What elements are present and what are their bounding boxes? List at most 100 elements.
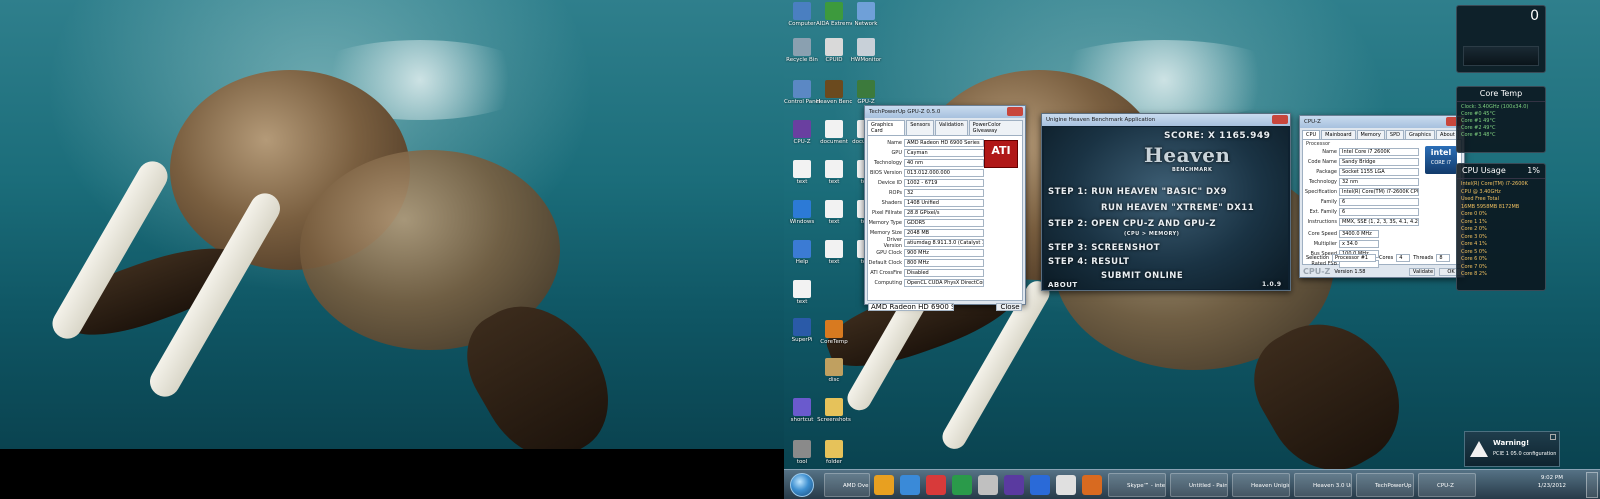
gpuz-tab[interactable]: Graphics Card bbox=[867, 120, 906, 135]
heaven-step-3[interactable]: STEP 3: SCREENSHOT bbox=[1048, 243, 1160, 253]
show-desktop-button[interactable] bbox=[1586, 472, 1598, 498]
cpuz-tab[interactable]: Mainboard bbox=[1321, 130, 1356, 139]
desktop-icon[interactable]: text bbox=[816, 200, 852, 225]
heaven-about[interactable]: ABOUT bbox=[1048, 281, 1078, 289]
application-icon bbox=[825, 120, 843, 138]
field-row: Specification Intel(R) Core(TM) i7-2600K … bbox=[1303, 187, 1461, 197]
pinned-app-icon[interactable] bbox=[874, 475, 894, 495]
cpuz-tab[interactable]: CPU bbox=[1302, 130, 1321, 139]
gpuz-tab[interactable]: PowerColor Giveaway bbox=[968, 120, 1023, 135]
desktop-icon[interactable]: text bbox=[784, 160, 820, 185]
desktop-icon[interactable]: folder bbox=[816, 440, 852, 465]
gpu-select[interactable]: AMD Radeon HD 6900 Series bbox=[868, 303, 954, 311]
field-row: Shaders 1408 Unified bbox=[868, 198, 1022, 208]
desktop-icon[interactable]: Computer bbox=[784, 2, 820, 27]
desktop-icon[interactable]: GPU-Z bbox=[848, 80, 884, 105]
field-value: Disabled bbox=[904, 269, 984, 277]
pinned-app-icon[interactable] bbox=[1004, 475, 1024, 495]
desktop-icon[interactable]: text bbox=[816, 160, 852, 185]
heaven-step-2[interactable]: STEP 2: OPEN CPU-Z AND GPU-Z bbox=[1048, 219, 1216, 229]
taskbar-button[interactable]: Untitled - Paint.net bbox=[1170, 473, 1228, 497]
close-icon[interactable] bbox=[1550, 434, 1556, 440]
gpuz-window[interactable]: TechPowerUp GPU-Z 0.5.0 Graphics Card Sen… bbox=[864, 105, 1026, 311]
cpu-usage-gadget[interactable]: CPU Usage 1% Intel(R) Core(TM) i7-2600K C… bbox=[1456, 163, 1546, 291]
taskbar-clock[interactable]: 9:02 PM 1/23/2012 bbox=[1538, 474, 1566, 490]
cpuz-title: CPU-Z bbox=[1300, 116, 1464, 128]
cpuz-clocks: Core Speed 3400.0 MHz Multiplier x 34.0 Bus … bbox=[1303, 229, 1461, 269]
heaven-window[interactable]: Unigine Heaven Benchmark Application SCO… bbox=[1041, 113, 1291, 291]
taskbar-button[interactable]: TechPowerUp G... bbox=[1356, 473, 1414, 497]
desktop-icon[interactable]: document bbox=[816, 120, 852, 145]
pinned-app-icon[interactable] bbox=[952, 475, 972, 495]
desktop-icon-label: AIDA Extreme bbox=[816, 21, 852, 27]
field-value: 013.012.000.000 bbox=[904, 169, 984, 177]
desktop-icon[interactable]: Heaven Benchmark bbox=[816, 80, 852, 105]
desktop-icon[interactable]: Screenshots bbox=[816, 398, 852, 423]
desktop-icon[interactable]: CPU-Z bbox=[784, 120, 820, 145]
field-value: Socket 1155 LGA bbox=[1339, 168, 1419, 176]
desktop-icon-label: Heaven Benchmark bbox=[816, 99, 852, 105]
application-icon bbox=[857, 2, 875, 20]
desktop-icon[interactable]: Windows bbox=[784, 200, 820, 225]
warning-icon bbox=[1470, 441, 1488, 457]
pinned-app-icon[interactable] bbox=[1030, 475, 1050, 495]
taskbar-button[interactable]: Heaven 3.0 Unigine... bbox=[1294, 473, 1352, 497]
desktop-icon-label: text bbox=[796, 299, 808, 305]
field-label: GPU bbox=[891, 150, 902, 156]
selection-dropdown[interactable]: Processor #1 bbox=[1332, 254, 1377, 262]
cpuz-window[interactable]: CPU-Z CPU Mainboard Memory SPD Graphics About… bbox=[1299, 115, 1465, 278]
pinned-app-icon[interactable] bbox=[926, 475, 946, 495]
desktop-icon[interactable]: Control Panel bbox=[784, 80, 820, 105]
windows-start-icon[interactable] bbox=[790, 473, 814, 497]
cores-label: Cores bbox=[1379, 255, 1394, 261]
field-value: x 34.0 bbox=[1339, 240, 1379, 248]
taskbar-button[interactable]: Skype™ - intelg... bbox=[1108, 473, 1166, 497]
heaven-step-1[interactable]: STEP 1: RUN HEAVEN "BASIC" DX9 bbox=[1048, 187, 1227, 197]
desktop-icon[interactable]: SuperPi bbox=[784, 318, 820, 343]
close-button[interactable]: Close bbox=[996, 303, 1022, 311]
desktop-icon[interactable]: tool bbox=[784, 440, 820, 465]
taskbar: AMD Overdrive Skype™ - intelg...Untitled … bbox=[784, 469, 1600, 499]
taskbar-button[interactable]: CPU-Z bbox=[1418, 473, 1476, 497]
taskbar-button[interactable]: AMD Overdrive bbox=[824, 473, 870, 497]
heaven-step-4[interactable]: STEP 4: RESULT bbox=[1048, 257, 1129, 267]
desktop-icon[interactable]: Recycle Bin bbox=[784, 38, 820, 63]
heaven-step-4b[interactable]: SUBMIT ONLINE bbox=[1101, 271, 1183, 281]
cpuz-tab[interactable]: SPD bbox=[1385, 130, 1404, 139]
gpuz-tab[interactable]: Validation bbox=[934, 120, 968, 135]
clock-gadget[interactable]: 0 bbox=[1456, 5, 1546, 73]
desktop-icon-label: SuperPi bbox=[791, 337, 813, 343]
desktop-icon[interactable]: CPUID bbox=[816, 38, 852, 63]
close-icon[interactable] bbox=[1007, 107, 1023, 116]
heaven-score: SCORE: X 1165.949 bbox=[1164, 131, 1271, 141]
warning-popup[interactable]: Warning! PCIE 1 05.0 configuration bbox=[1464, 431, 1560, 467]
pinned-app-icon[interactable] bbox=[1082, 475, 1102, 495]
field-value: 900 MHz bbox=[904, 249, 984, 257]
desktop-icon[interactable]: text bbox=[816, 240, 852, 265]
cpuz-tab[interactable]: Memory bbox=[1356, 130, 1385, 139]
pinned-app-icon[interactable] bbox=[900, 475, 920, 495]
desktop-icon[interactable]: CoreTemp bbox=[816, 320, 852, 345]
pinned-app-icon[interactable] bbox=[1056, 475, 1076, 495]
desktop-icon[interactable]: Help bbox=[784, 240, 820, 265]
pinned-app-icon[interactable] bbox=[978, 475, 998, 495]
gpuz-tab[interactable]: Sensors bbox=[906, 120, 934, 135]
desktop-icon[interactable]: disc bbox=[816, 358, 852, 383]
gpuz-title: TechPowerUp GPU-Z 0.5.0 bbox=[865, 106, 1025, 118]
heaven-step-1b[interactable]: RUN HEAVEN "XTREME" DX11 bbox=[1101, 203, 1254, 213]
desktop-icon[interactable]: HWMonitor bbox=[848, 38, 884, 63]
field-label: Ext. Family bbox=[1309, 209, 1337, 215]
core-temp-gadget[interactable]: Core Temp Clock: 3.40GHz (100x34.0) Core … bbox=[1456, 86, 1546, 153]
application-icon bbox=[857, 80, 875, 98]
clock-date: 1/23/2012 bbox=[1537, 483, 1566, 489]
desktop-icon[interactable]: text bbox=[784, 280, 820, 305]
cpuz-tab[interactable]: Graphics bbox=[1404, 130, 1436, 139]
field-label: ATI CrossFire bbox=[870, 270, 902, 276]
taskbar-button[interactable]: Heaven Unigine... bbox=[1232, 473, 1290, 497]
desktop-icon[interactable]: shortcut bbox=[784, 398, 820, 423]
desktop-icon[interactable]: AIDA Extreme bbox=[816, 2, 852, 27]
field-label: GPU Clock bbox=[876, 250, 902, 256]
desktop-icon[interactable]: Network bbox=[848, 2, 884, 27]
field-value: Intel Core i7 2600K bbox=[1339, 148, 1419, 156]
close-icon[interactable] bbox=[1272, 115, 1288, 124]
